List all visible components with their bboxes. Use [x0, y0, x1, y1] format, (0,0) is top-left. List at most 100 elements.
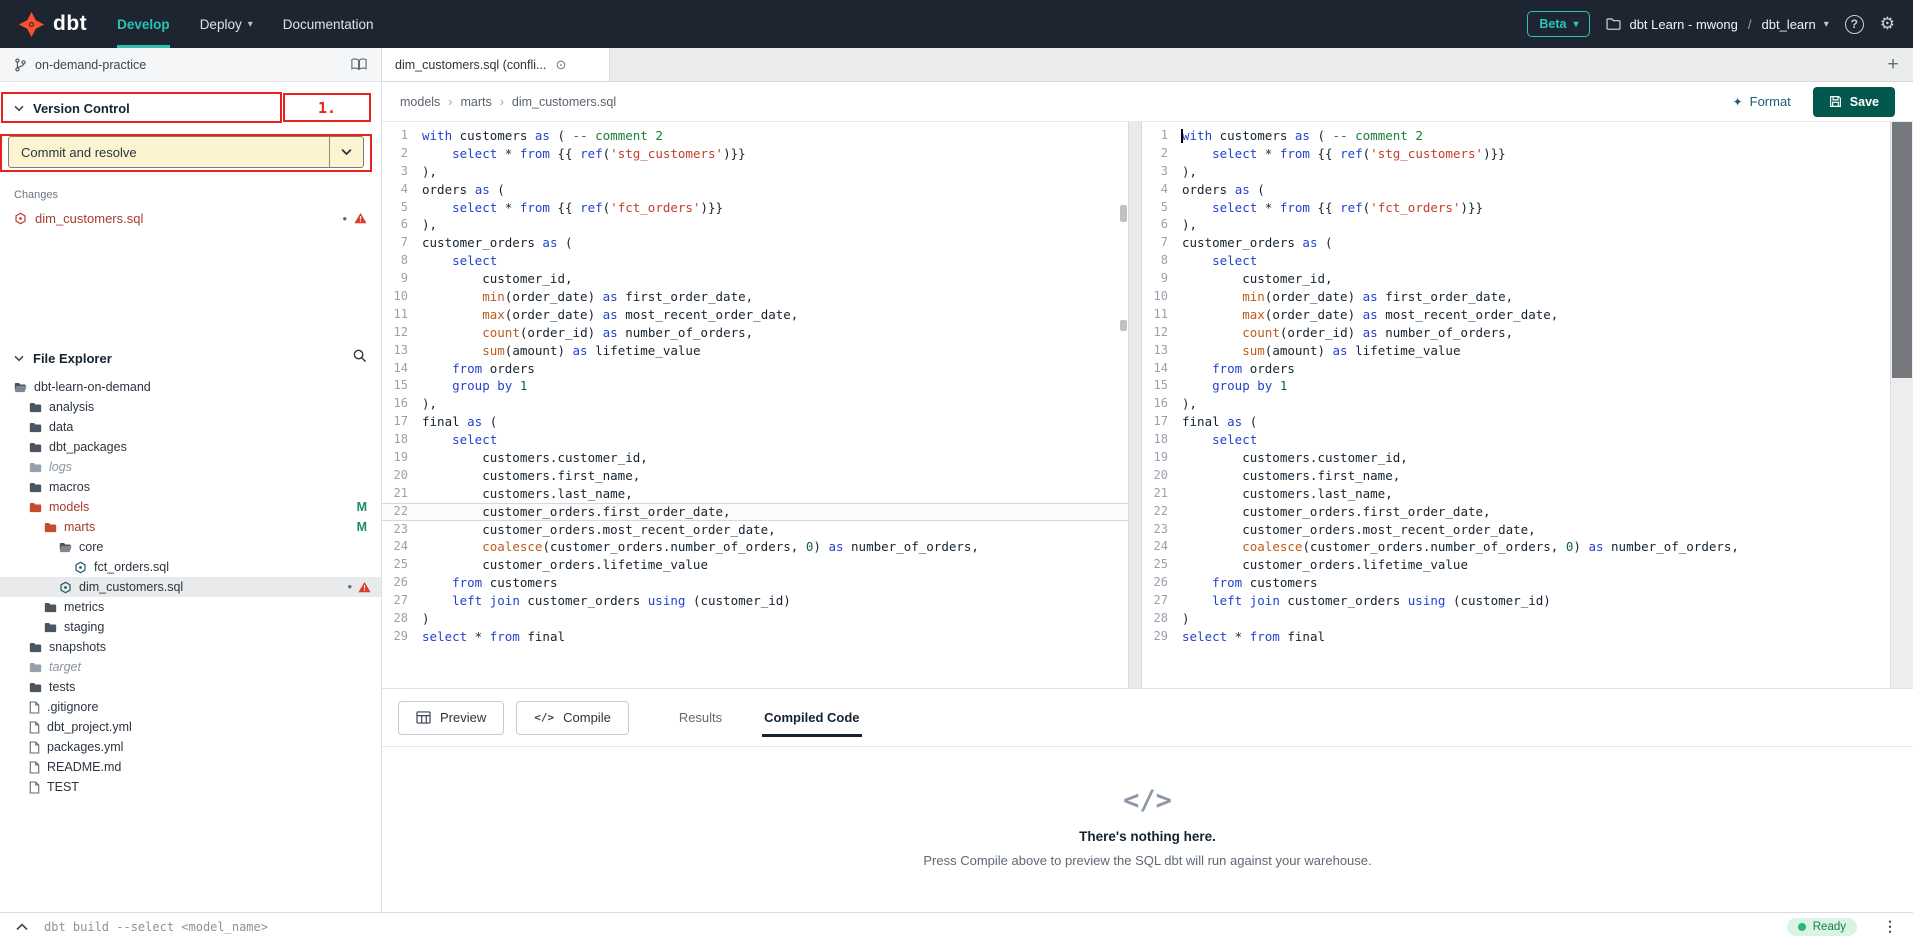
kebab-menu-icon[interactable]: ⋮	[1883, 918, 1897, 935]
code-line-27[interactable]: 27 left join customer_orders using (cust…	[382, 592, 1128, 610]
code-line-23[interactable]: 23 customer_orders.most_recent_order_dat…	[1142, 521, 1890, 539]
code-line-12[interactable]: 12 count(order_id) as number_of_orders,	[1142, 324, 1890, 342]
commit-dropdown-toggle[interactable]	[329, 137, 363, 167]
code-line-17[interactable]: 17final as (	[1142, 413, 1890, 431]
code-line-23[interactable]: 23 customer_orders.most_recent_order_dat…	[382, 521, 1128, 539]
tree-item-marts[interactable]: martsM	[0, 517, 381, 537]
panel-tab-compiled-code[interactable]: Compiled Code	[764, 710, 859, 725]
tree-item-dbt_project.yml[interactable]: dbt_project.yml	[0, 717, 381, 737]
code-line-12[interactable]: 12 count(order_id) as number_of_orders,	[382, 324, 1128, 342]
tree-item-TEST[interactable]: TEST	[0, 777, 381, 797]
split-divider[interactable]	[1128, 122, 1142, 688]
new-tab-button[interactable]: +	[1873, 48, 1913, 81]
tree-item-analysis[interactable]: analysis	[0, 397, 381, 417]
tree-item-macros[interactable]: macros	[0, 477, 381, 497]
code-line-16[interactable]: 16),	[1142, 395, 1890, 413]
code-line-17[interactable]: 17final as (	[382, 413, 1128, 431]
preview-button[interactable]: Preview	[398, 701, 504, 735]
code-line-2[interactable]: 2 select * from {{ ref('stg_customers')}…	[1142, 145, 1890, 163]
code-line-6[interactable]: 6),	[382, 216, 1128, 234]
code-line-4[interactable]: 4orders as (	[382, 181, 1128, 199]
code-editor-right[interactable]: 1with customers as ( -- comment 22 selec…	[1142, 122, 1890, 688]
changed-file-dim_customers.sql[interactable]: dim_customers.sql•	[0, 206, 381, 230]
code-line-10[interactable]: 10 min(order_date) as first_order_date,	[382, 288, 1128, 306]
code-line-1[interactable]: 1with customers as ( -- comment 2	[1142, 127, 1890, 145]
code-line-20[interactable]: 20 customers.first_name,	[1142, 467, 1890, 485]
code-line-13[interactable]: 13 sum(amount) as lifetime_value	[1142, 342, 1890, 360]
code-line-16[interactable]: 16),	[382, 395, 1128, 413]
nav-item-documentation[interactable]: Documentation	[283, 0, 374, 48]
breadcrumb-item-marts[interactable]: marts	[460, 95, 491, 109]
code-line-5[interactable]: 5 select * from {{ ref('fct_orders')}}	[1142, 199, 1890, 217]
code-line-4[interactable]: 4orders as (	[1142, 181, 1890, 199]
editor-tab-dim-customers[interactable]: dim_customers.sql (confli... ⊙	[382, 48, 610, 81]
tree-item-models[interactable]: modelsM	[0, 497, 381, 517]
code-line-19[interactable]: 19 customers.customer_id,	[382, 449, 1128, 467]
tree-item-packages.yml[interactable]: packages.yml	[0, 737, 381, 757]
code-line-11[interactable]: 11 max(order_date) as most_recent_order_…	[382, 306, 1128, 324]
code-line-24[interactable]: 24 coalesce(customer_orders.number_of_or…	[382, 538, 1128, 556]
settings-gear-icon[interactable]: ⚙	[1880, 14, 1895, 34]
file-explorer-section-header[interactable]: File Explorer	[0, 343, 381, 373]
search-icon[interactable]	[352, 348, 367, 368]
dbt-logo[interactable]: dbt	[0, 11, 109, 38]
tree-item-staging[interactable]: staging	[0, 617, 381, 637]
code-line-14[interactable]: 14 from orders	[382, 360, 1128, 378]
code-line-10[interactable]: 10 min(order_date) as first_order_date,	[1142, 288, 1890, 306]
tree-item-snapshots[interactable]: snapshots	[0, 637, 381, 657]
tree-item-dbt-learn-on-demand[interactable]: dbt-learn-on-demand	[0, 377, 381, 397]
scrollbar-thumb[interactable]	[1892, 122, 1912, 378]
code-line-7[interactable]: 7customer_orders as (	[1142, 234, 1890, 252]
tree-item-metrics[interactable]: metrics	[0, 597, 381, 617]
code-line-5[interactable]: 5 select * from {{ ref('fct_orders')}}	[382, 199, 1128, 217]
code-line-9[interactable]: 9 customer_id,	[1142, 270, 1890, 288]
code-line-26[interactable]: 26 from customers	[1142, 574, 1890, 592]
code-line-1[interactable]: 1with customers as ( -- comment 2	[382, 127, 1128, 145]
code-line-8[interactable]: 8 select	[382, 252, 1128, 270]
version-control-section-header[interactable]: Version Control	[0, 94, 381, 122]
editor-scrollbar[interactable]	[1890, 122, 1913, 688]
tree-item-logs[interactable]: logs	[0, 457, 381, 477]
nav-item-deploy[interactable]: Deploy▾	[200, 0, 253, 48]
code-line-6[interactable]: 6),	[1142, 216, 1890, 234]
code-line-9[interactable]: 9 customer_id,	[382, 270, 1128, 288]
code-line-18[interactable]: 18 select	[1142, 431, 1890, 449]
breadcrumb-item-models[interactable]: models	[400, 95, 440, 109]
commit-and-resolve-button[interactable]: Commit and resolve	[8, 136, 364, 168]
save-button[interactable]: Save	[1813, 87, 1895, 117]
code-line-21[interactable]: 21 customers.last_name,	[382, 485, 1128, 503]
code-line-27[interactable]: 27 left join customer_orders using (cust…	[1142, 592, 1890, 610]
docs-book-icon[interactable]	[351, 58, 367, 71]
code-line-15[interactable]: 15 group by 1	[1142, 377, 1890, 395]
help-icon[interactable]: ?	[1845, 15, 1864, 34]
nav-item-develop[interactable]: Develop	[117, 0, 170, 48]
tree-item-tests[interactable]: tests	[0, 677, 381, 697]
branch-selector[interactable]: on-demand-practice	[0, 48, 381, 82]
panel-tab-results[interactable]: Results	[679, 710, 722, 725]
code-line-29[interactable]: 29select * from final	[1142, 628, 1890, 646]
code-line-3[interactable]: 3),	[1142, 163, 1890, 181]
left-editor-scrollbar[interactable]	[1119, 122, 1128, 688]
code-line-13[interactable]: 13 sum(amount) as lifetime_value	[382, 342, 1128, 360]
code-line-11[interactable]: 11 max(order_date) as most_recent_order_…	[1142, 306, 1890, 324]
code-line-29[interactable]: 29select * from final	[382, 628, 1128, 646]
compile-button[interactable]: </> Compile	[516, 701, 629, 735]
code-line-15[interactable]: 15 group by 1	[382, 377, 1128, 395]
code-line-3[interactable]: 3),	[382, 163, 1128, 181]
code-line-24[interactable]: 24 coalesce(customer_orders.number_of_or…	[1142, 538, 1890, 556]
code-line-25[interactable]: 25 customer_orders.lifetime_value	[382, 556, 1128, 574]
chevron-up-icon[interactable]	[16, 923, 28, 931]
code-line-21[interactable]: 21 customers.last_name,	[1142, 485, 1890, 503]
tree-item-data[interactable]: data	[0, 417, 381, 437]
code-line-7[interactable]: 7customer_orders as (	[382, 234, 1128, 252]
code-editor-left[interactable]: 1with customers as ( -- comment 22 selec…	[382, 122, 1128, 688]
code-line-22[interactable]: 22 customer_orders.first_order_date,	[1142, 503, 1890, 521]
tree-item-dbt_packages[interactable]: dbt_packages	[0, 437, 381, 457]
status-badge[interactable]: Ready	[1787, 918, 1857, 936]
code-line-22[interactable]: 22 customer_orders.first_order_date,	[382, 503, 1128, 521]
account-project-selector[interactable]: dbt Learn - mwong / dbt_learn ▾	[1606, 17, 1828, 32]
tree-item-fct_orders.sql[interactable]: fct_orders.sql	[0, 557, 381, 577]
beta-toggle[interactable]: Beta ▾	[1527, 11, 1590, 37]
code-line-8[interactable]: 8 select	[1142, 252, 1890, 270]
code-line-14[interactable]: 14 from orders	[1142, 360, 1890, 378]
